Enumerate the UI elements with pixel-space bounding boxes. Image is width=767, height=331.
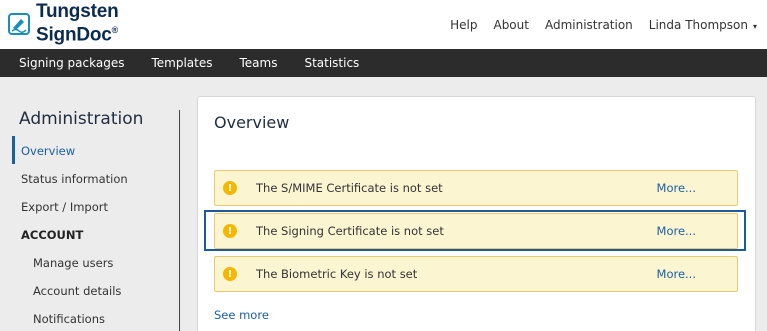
brand-reg: ® <box>111 25 119 36</box>
user-menu[interactable]: Linda Thompson ▾ <box>649 18 757 32</box>
brand-name: Tungsten SignDoc® <box>36 1 119 46</box>
more-link[interactable]: More... <box>657 224 696 238</box>
sidebar-item-notifications[interactable]: Notifications <box>33 312 105 326</box>
warning-icon: ! <box>223 181 237 195</box>
brand-line2: SignDoc <box>36 24 112 46</box>
sidebar-item-overview[interactable]: Overview <box>21 144 75 158</box>
sidebar-divider <box>179 110 180 331</box>
sidebar-section-account: ACCOUNT <box>21 228 84 242</box>
user-name: Linda Thompson <box>648 17 748 32</box>
sidebar-title: Administration <box>19 109 144 129</box>
nav-teams[interactable]: Teams <box>239 56 277 70</box>
sidebar-item-manage-users[interactable]: Manage users <box>33 256 113 270</box>
nav-templates[interactable]: Templates <box>151 56 212 70</box>
brand-line1: Tungsten <box>36 1 119 23</box>
sidebar-item-status-information[interactable]: Status information <box>21 172 128 186</box>
nav-statistics[interactable]: Statistics <box>304 56 359 70</box>
administration-link[interactable]: Administration <box>545 18 633 32</box>
alert-biometric-key: ! The Biometric Key is not set More... <box>214 256 738 292</box>
overview-panel: Overview ! The S/MIME Certificate is not… <box>197 96 756 331</box>
top-header: Tungsten SignDoc® Help About Administrat… <box>0 0 767 49</box>
main-nav: Signing packages Templates Teams Statist… <box>0 49 767 77</box>
sidebar-item-account-details[interactable]: Account details <box>33 284 121 298</box>
active-indicator <box>12 136 15 164</box>
chevron-down-icon: ▾ <box>752 21 757 31</box>
warning-icon: ! <box>223 267 237 281</box>
logo[interactable]: Tungsten SignDoc® <box>8 1 119 46</box>
alert-smime-certificate: ! The S/MIME Certificate is not set More… <box>214 170 738 206</box>
sidebar-item-export-import[interactable]: Export / Import <box>21 200 108 214</box>
alert-message: The Biometric Key is not set <box>256 267 418 281</box>
help-link[interactable]: Help <box>450 18 477 32</box>
see-more-link[interactable]: See more <box>214 308 269 322</box>
alert-message: The S/MIME Certificate is not set <box>256 181 443 195</box>
page-title: Overview <box>214 113 290 132</box>
nav-signing-packages[interactable]: Signing packages <box>19 56 124 70</box>
warning-icon: ! <box>223 224 237 238</box>
signdoc-logo-icon <box>8 13 30 35</box>
alert-message: The Signing Certificate is not set <box>256 224 444 238</box>
more-link[interactable]: More... <box>657 267 696 281</box>
more-link[interactable]: More... <box>657 181 696 195</box>
top-nav: Help About Administration Linda Thompson… <box>434 0 757 49</box>
about-link[interactable]: About <box>493 18 528 32</box>
alert-signing-certificate: ! The Signing Certificate is not set Mor… <box>214 213 738 249</box>
sidebar: Administration Overview Status informati… <box>0 95 185 331</box>
